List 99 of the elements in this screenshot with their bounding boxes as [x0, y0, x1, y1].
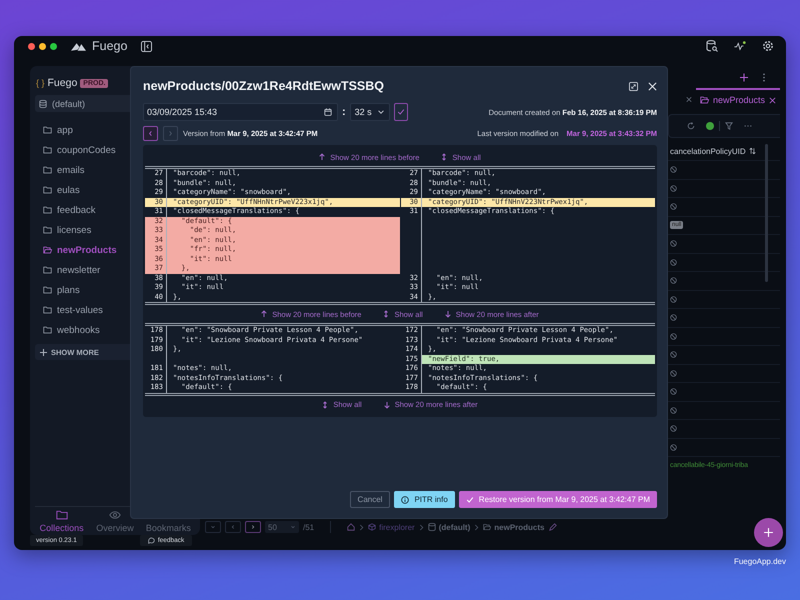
folder-icon: [43, 206, 52, 214]
chevron-right-icon: [474, 524, 480, 530]
chevron-down-icon: [210, 524, 216, 530]
null-icon: [670, 370, 677, 377]
null-icon: [670, 166, 677, 174]
null-icon: [670, 203, 677, 210]
null-icon: [670, 184, 677, 192]
project-icon: { }: [36, 78, 45, 88]
arrow-up-icon: [261, 310, 268, 318]
apply-button[interactable]: [394, 103, 408, 121]
pencil-icon[interactable]: [548, 523, 556, 531]
database-icon: [39, 100, 47, 108]
chevron-left-icon: [148, 130, 153, 136]
date-time-field[interactable]: 03/09/2025 15:43: [143, 103, 338, 121]
open-folder-icon: [483, 523, 492, 531]
dialog-title: newProducts/00Zzw1Re4RdtEwwTSSBQ: [143, 79, 384, 93]
info-icon: [401, 496, 410, 504]
arrow-down-icon: [444, 310, 451, 318]
eye-icon: [108, 510, 121, 520]
open-folder-icon: [700, 96, 709, 104]
open-folder-icon: [43, 246, 52, 254]
folder-icon: [43, 226, 52, 234]
refresh-icon[interactable]: [687, 122, 695, 130]
page-count: /51: [303, 522, 314, 532]
folder-icon: [43, 266, 52, 274]
folder-icon: [43, 146, 52, 154]
expand-vertical-icon: [322, 400, 328, 408]
home-icon[interactable]: [347, 523, 356, 531]
filter-icon[interactable]: [725, 122, 733, 130]
sort-icon[interactable]: [748, 147, 756, 155]
breadcrumb-item[interactable]: newProducts: [483, 522, 544, 532]
chevron-right-icon: [250, 524, 256, 530]
null-icon: [670, 277, 677, 284]
database-icon: [428, 523, 436, 531]
arrow-up-icon: [319, 153, 326, 161]
logo-icon: [71, 41, 86, 51]
collection-item[interactable]: test-values: [35, 300, 195, 320]
breadcrumb-item[interactable]: (default): [428, 522, 470, 532]
chevron-right-icon: [359, 524, 364, 530]
null-icon: [670, 388, 677, 396]
folder-icon: [43, 166, 52, 174]
arrow-down-icon: [384, 400, 390, 408]
close-tab-icon[interactable]: [686, 96, 692, 102]
settings-icon[interactable]: [762, 40, 774, 52]
pitr-info-button[interactable]: PITR info: [394, 491, 455, 508]
close-window-button[interactable]: [28, 42, 35, 50]
cancel-button[interactable]: Cancel: [350, 491, 390, 508]
plus-icon: [40, 348, 47, 356]
plus-icon: [763, 527, 774, 538]
fullscreen-icon[interactable]: [629, 82, 638, 90]
null-icon: [670, 296, 677, 303]
previous-version-button[interactable]: [143, 126, 158, 140]
null-icon: [670, 351, 677, 358]
website-label: FuegoApp.dev: [734, 557, 786, 566]
column-header[interactable]: cancelationPolicyUID: [668, 142, 780, 160]
close-icon[interactable]: [648, 82, 657, 90]
folder-icon: [43, 306, 52, 314]
restore-version-button[interactable]: Restore version from Mar 9, 2025 at 3:42:47 PM: [458, 491, 657, 508]
document-tab[interactable]: newProducts: [696, 88, 780, 110]
null-icon: [670, 332, 677, 340]
folder-icon: [43, 186, 52, 194]
chevron-right-icon: [168, 130, 173, 136]
folder-icon: [56, 510, 68, 520]
calendar-icon[interactable]: [324, 108, 332, 116]
null-icon: [670, 444, 677, 451]
seconds-select[interactable]: 32 s: [350, 103, 390, 121]
minimize-window-button[interactable]: [39, 42, 46, 50]
chevron-right-icon: [418, 524, 424, 530]
folder-icon: [43, 126, 52, 134]
scrollbar[interactable]: [765, 144, 768, 282]
cube-icon: [368, 523, 376, 531]
expand-vertical-icon: [383, 310, 390, 318]
status-dot: [706, 122, 714, 130]
null-icon: [670, 425, 677, 432]
project-name[interactable]: Fuego: [48, 77, 78, 89]
app-name: Fuego: [92, 39, 128, 53]
check-icon: [466, 496, 474, 504]
chevron-left-icon: [230, 524, 236, 530]
nav-tab[interactable]: Collections: [35, 510, 88, 533]
chevron-down-icon: [376, 108, 385, 116]
database-search-icon[interactable]: [706, 40, 718, 52]
chat-icon: [148, 537, 155, 544]
null-icon: [670, 240, 677, 248]
zoom-window-button[interactable]: [50, 42, 57, 50]
null-icon: [670, 258, 677, 266]
check-icon: [396, 108, 405, 116]
more-options-icon[interactable]: [760, 72, 768, 82]
expand-vertical-icon: [441, 153, 448, 161]
add-tab-icon[interactable]: [740, 72, 748, 82]
time-separator: :: [342, 106, 346, 118]
sidebar-toggle-icon[interactable]: [141, 40, 152, 52]
folder-icon: [43, 286, 52, 294]
close-tab-icon[interactable]: [769, 96, 776, 104]
null-icon: [670, 314, 677, 322]
folder-icon: [43, 326, 52, 334]
activity-icon[interactable]: [734, 40, 746, 52]
collection-item[interactable]: couponCodes: [35, 140, 195, 160]
null-icon: [670, 406, 677, 414]
chevron-down-icon: [290, 524, 296, 530]
